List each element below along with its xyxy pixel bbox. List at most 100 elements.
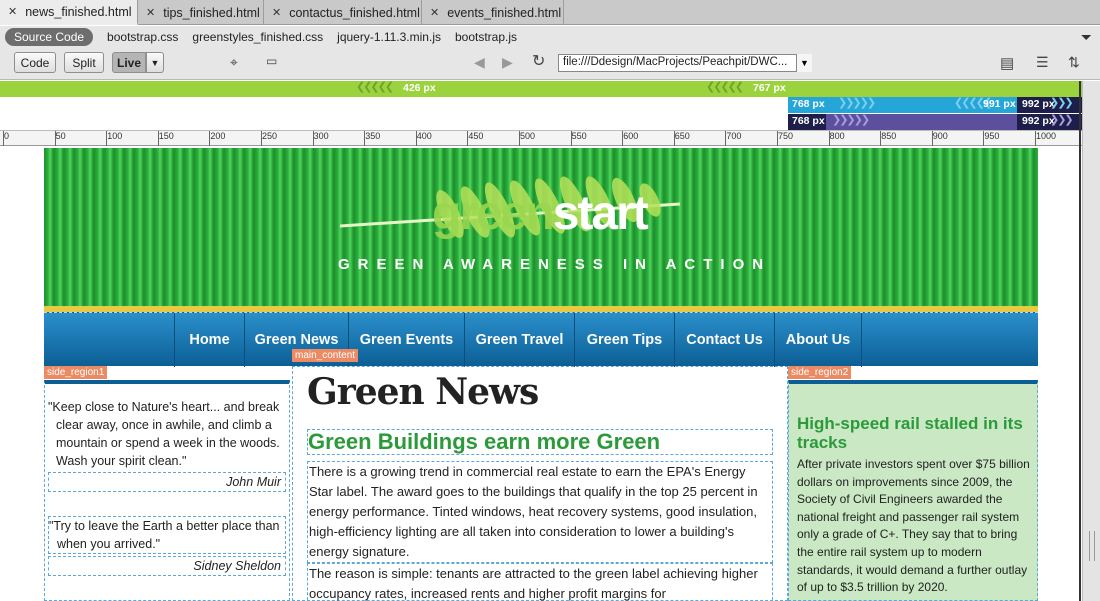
list-view-icon[interactable]: ☰	[1036, 54, 1049, 71]
inspect-icon[interactable]: ⌖	[230, 54, 238, 71]
chevron-left-icon: ❮❮❮❮❮	[706, 81, 744, 93]
close-icon[interactable]: ✕	[146, 6, 155, 19]
ruler-tick: 300	[312, 131, 329, 146]
media-query-bar-min-768[interactable]: 768 px ❯❯❯❯❯ 992 px ❯❯❯	[788, 114, 1082, 130]
site-tagline: GREEN AWARENESS IN ACTION	[338, 256, 772, 273]
article-paragraph: The reason is simple: tenants are attrac…	[307, 563, 773, 601]
related-file[interactable]: bootstrap.css	[107, 30, 178, 44]
logo-text-start: start	[552, 187, 649, 240]
related-file[interactable]: jquery-1.11.3.min.js	[337, 30, 441, 44]
ruler-tick: 150	[157, 131, 174, 146]
tab-events[interactable]: ✕ events_finished.html	[422, 0, 564, 25]
mq-label: 768 px	[792, 98, 825, 110]
related-file[interactable]: greenstyles_finished.css	[192, 30, 323, 44]
related-file[interactable]: bootstrap.js	[455, 30, 517, 44]
ruler-tick: 950	[983, 131, 1000, 146]
ruler-tick: 350	[364, 131, 381, 146]
chevron-right-icon: ❯❯❯	[1050, 97, 1074, 109]
code-view-button[interactable]: Code	[14, 52, 56, 73]
page-heading: Green News	[307, 371, 539, 413]
tab-label: events_finished.html	[447, 5, 562, 20]
chevron-right-icon: ❯❯❯❯❯	[838, 97, 876, 109]
chevron-right-icon: ❯❯❯	[1050, 114, 1074, 126]
ruler-tick: 250	[260, 131, 278, 146]
article-title: Green Buildings earn more Green	[307, 429, 773, 455]
tab-label: tips_finished.html	[163, 5, 260, 20]
dreamweaver-window: ✕ news_finished.html ✕ tips_finished.html …	[0, 0, 1100, 601]
media-query-bar-768-991[interactable]: 768 px ❯❯❯❯❯ ❮❮❮❮❮ 991 px 992 px ❯❯❯	[788, 97, 1082, 113]
ruler-tick: 800	[828, 131, 845, 146]
mq-label: 426 px	[403, 82, 436, 94]
chevron-right-icon: ❯❯❯❯❯	[832, 114, 870, 126]
main-content: Green News Green Buildings earn more Gre…	[292, 366, 788, 601]
chevron-left-icon: ❮❮❮❮❮	[356, 81, 394, 93]
split-view-button[interactable]: Split	[64, 52, 104, 73]
quote-author: John Muir	[48, 472, 286, 492]
logo-text-green: green	[432, 187, 555, 240]
filter-icon[interactable]: ⏷	[1081, 29, 1092, 46]
vertical-scrollbar[interactable]	[1082, 81, 1100, 601]
sidebar-article-text: After private investors spent over $75 b…	[797, 457, 1030, 595]
tab-tips[interactable]: ✕ tips_finished.html	[138, 0, 264, 25]
ruler-tick: 450	[467, 131, 484, 146]
nav-home[interactable]: Home	[174, 313, 244, 367]
url-dropdown-icon[interactable]: ▼	[796, 54, 812, 72]
tab-news[interactable]: ✕ news_finished.html	[0, 0, 138, 25]
ruler-tick: 600	[622, 131, 639, 146]
back-arrow-icon[interactable]: ◀	[474, 54, 485, 71]
mq-label: 991 px	[983, 98, 1016, 110]
quote-text: "Keep close to Nature's heart... and bre…	[48, 400, 280, 468]
ruler-tick: 550	[570, 131, 587, 146]
viewport-width-line[interactable]	[1079, 81, 1081, 601]
side-region2: High-speed rail stalled in its tracks Af…	[788, 380, 1038, 601]
region-tag-side1[interactable]: side_region1	[44, 366, 108, 379]
mq-label: 767 px	[753, 82, 786, 94]
site-logo: greenstart	[432, 186, 649, 241]
document-tabs: ✕ news_finished.html ✕ tips_finished.html …	[0, 0, 1100, 25]
site-nav: Home Green News Green Events Green Trave…	[44, 312, 1038, 367]
ruler-tick: 650	[673, 131, 690, 146]
nav-green-tips[interactable]: Green Tips	[574, 313, 674, 367]
tab-contactus[interactable]: ✕ contactus_finished.html	[264, 0, 422, 25]
quote-block: "Keep close to Nature's heart... and bre…	[48, 398, 286, 492]
region-tag-side2[interactable]: side_region2	[788, 366, 852, 379]
tab-label: news_finished.html	[25, 4, 132, 19]
ruler: 0 50 100 150 200 250 300 350 400 450 500 550 600 650 7…	[0, 130, 1082, 146]
sidebar-article-title: High-speed rail stalled in its tracks	[797, 414, 1023, 452]
ruler-tick: 750	[776, 131, 794, 146]
close-icon[interactable]: ✕	[272, 6, 281, 19]
region-tag-main[interactable]: main_content	[292, 349, 359, 362]
nav-about-us[interactable]: About Us	[774, 313, 862, 367]
article-paragraph: There is a growing trend in commercial r…	[307, 461, 773, 563]
live-dropdown-icon[interactable]: ▼	[146, 52, 164, 73]
ruler-tick: 50	[54, 131, 66, 146]
ruler-tick: 100	[106, 131, 123, 146]
related-files-bar: Source Code bootstrap.css greenstyles_fi…	[0, 26, 1100, 48]
live-view-page: greenstart GREEN AWARENESS IN ACTION Hom…	[44, 148, 1038, 601]
document-toolbar: Code Split Live ▼ ⌖ ▭ ◀ ▶ ↻ file:///Ddes…	[0, 48, 1100, 80]
sort-icon[interactable]: ⇅	[1068, 54, 1080, 71]
code-navigator-icon[interactable]: ▭	[266, 54, 277, 68]
panel-toggle-icon[interactable]: ▤	[1000, 54, 1014, 72]
nav-green-events[interactable]: Green Events	[348, 313, 464, 367]
media-query-bar-max-767[interactable]: ❮❮❮❮❮ 426 px ❮❮❮❮❮ 767 px	[0, 81, 1082, 97]
ruler-tick: 900	[931, 131, 948, 146]
ruler-tick: 1000	[1034, 131, 1057, 146]
quote-block: "Try to leave the Earth a better place t…	[48, 516, 286, 576]
live-view-button[interactable]: Live	[112, 52, 146, 73]
ruler-tick: 400	[415, 131, 432, 146]
forward-arrow-icon[interactable]: ▶	[502, 54, 513, 71]
refresh-icon[interactable]: ↻	[532, 51, 545, 71]
ruler-tick: 200	[209, 131, 226, 146]
source-code-button[interactable]: Source Code	[5, 28, 94, 46]
ruler-tick: 850	[880, 131, 897, 146]
nav-contact-us[interactable]: Contact Us	[674, 313, 774, 367]
url-field[interactable]: file:///Ddesign/MacProjects/Peachpit/DWC…	[558, 54, 812, 72]
scroll-grip[interactable]	[1089, 531, 1095, 561]
close-icon[interactable]: ✕	[430, 6, 439, 19]
mq-label: 768 px	[792, 115, 825, 127]
close-icon[interactable]: ✕	[8, 5, 17, 18]
ruler-tick: 0	[2, 131, 10, 146]
nav-green-travel[interactable]: Green Travel	[464, 313, 574, 367]
quote-author: Sidney Sheldon	[48, 556, 286, 576]
